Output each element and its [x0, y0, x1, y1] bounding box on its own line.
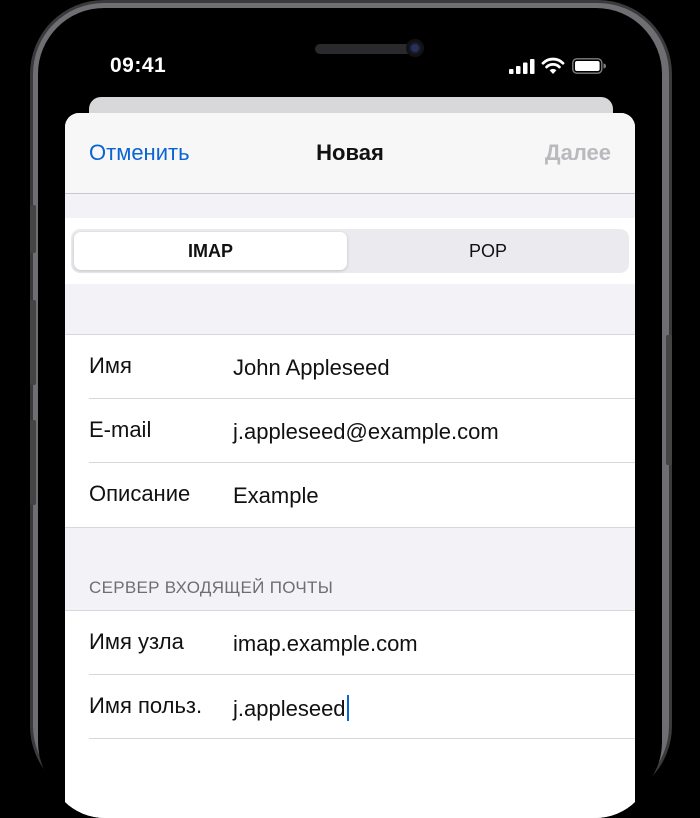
volume-up-button — [30, 300, 36, 385]
protocol-section: IMAP POP — [65, 218, 635, 284]
username-row[interactable]: Имя польз. j.appleseed — [65, 675, 635, 739]
wifi-icon — [541, 57, 565, 74]
navigation-bar: Отменить Новая Далее — [65, 113, 635, 194]
row-divider — [89, 738, 635, 739]
cellular-signal-icon — [509, 59, 535, 74]
description-row[interactable]: Описание Example — [65, 463, 635, 527]
front-camera — [406, 39, 424, 57]
battery-icon — [572, 58, 606, 74]
email-label: E-mail — [89, 417, 152, 442]
incoming-server-header: СЕРВЕР ВХОДЯЩЕЙ ПОЧТЫ — [89, 578, 334, 597]
name-label: Имя — [89, 353, 132, 378]
segment-imap[interactable]: IMAP — [74, 232, 347, 270]
phone-screen: 09:41 Отменить Новая Далее IMAP POP Имя … — [47, 18, 653, 818]
username-label: Имя польз. — [89, 693, 203, 718]
account-info-group: Имя John Appleseed E-mail j.appleseed@ex… — [65, 334, 635, 528]
protocol-segmented-control: IMAP POP — [71, 229, 629, 273]
status-time: 09:41 — [110, 54, 167, 77]
description-field[interactable]: Example — [233, 483, 319, 509]
speaker-grille — [315, 44, 415, 54]
username-field[interactable]: j.appleseed — [233, 695, 349, 722]
next-button[interactable]: Далее — [545, 140, 611, 166]
description-label: Описание — [89, 481, 191, 506]
new-account-sheet: Отменить Новая Далее IMAP POP Имя John A… — [65, 113, 635, 818]
username-value: j.appleseed — [233, 696, 346, 721]
name-field[interactable]: John Appleseed — [233, 355, 390, 381]
hostname-field[interactable]: imap.example.com — [233, 631, 418, 657]
email-field[interactable]: j.appleseed@example.com — [233, 419, 499, 445]
hostname-label: Имя узла — [89, 629, 184, 654]
text-cursor — [346, 695, 349, 721]
volume-down-button — [30, 420, 36, 505]
email-row[interactable]: E-mail j.appleseed@example.com — [65, 399, 635, 463]
segment-pop[interactable]: POP — [350, 232, 626, 270]
mute-switch — [30, 205, 36, 253]
status-bar: 09:41 — [47, 18, 653, 98]
name-row[interactable]: Имя John Appleseed — [65, 335, 635, 399]
hostname-row[interactable]: Имя узла imap.example.com — [65, 611, 635, 675]
incoming-server-group: Имя узла imap.example.com Имя польз. j.a… — [65, 610, 635, 818]
power-button — [666, 335, 672, 465]
